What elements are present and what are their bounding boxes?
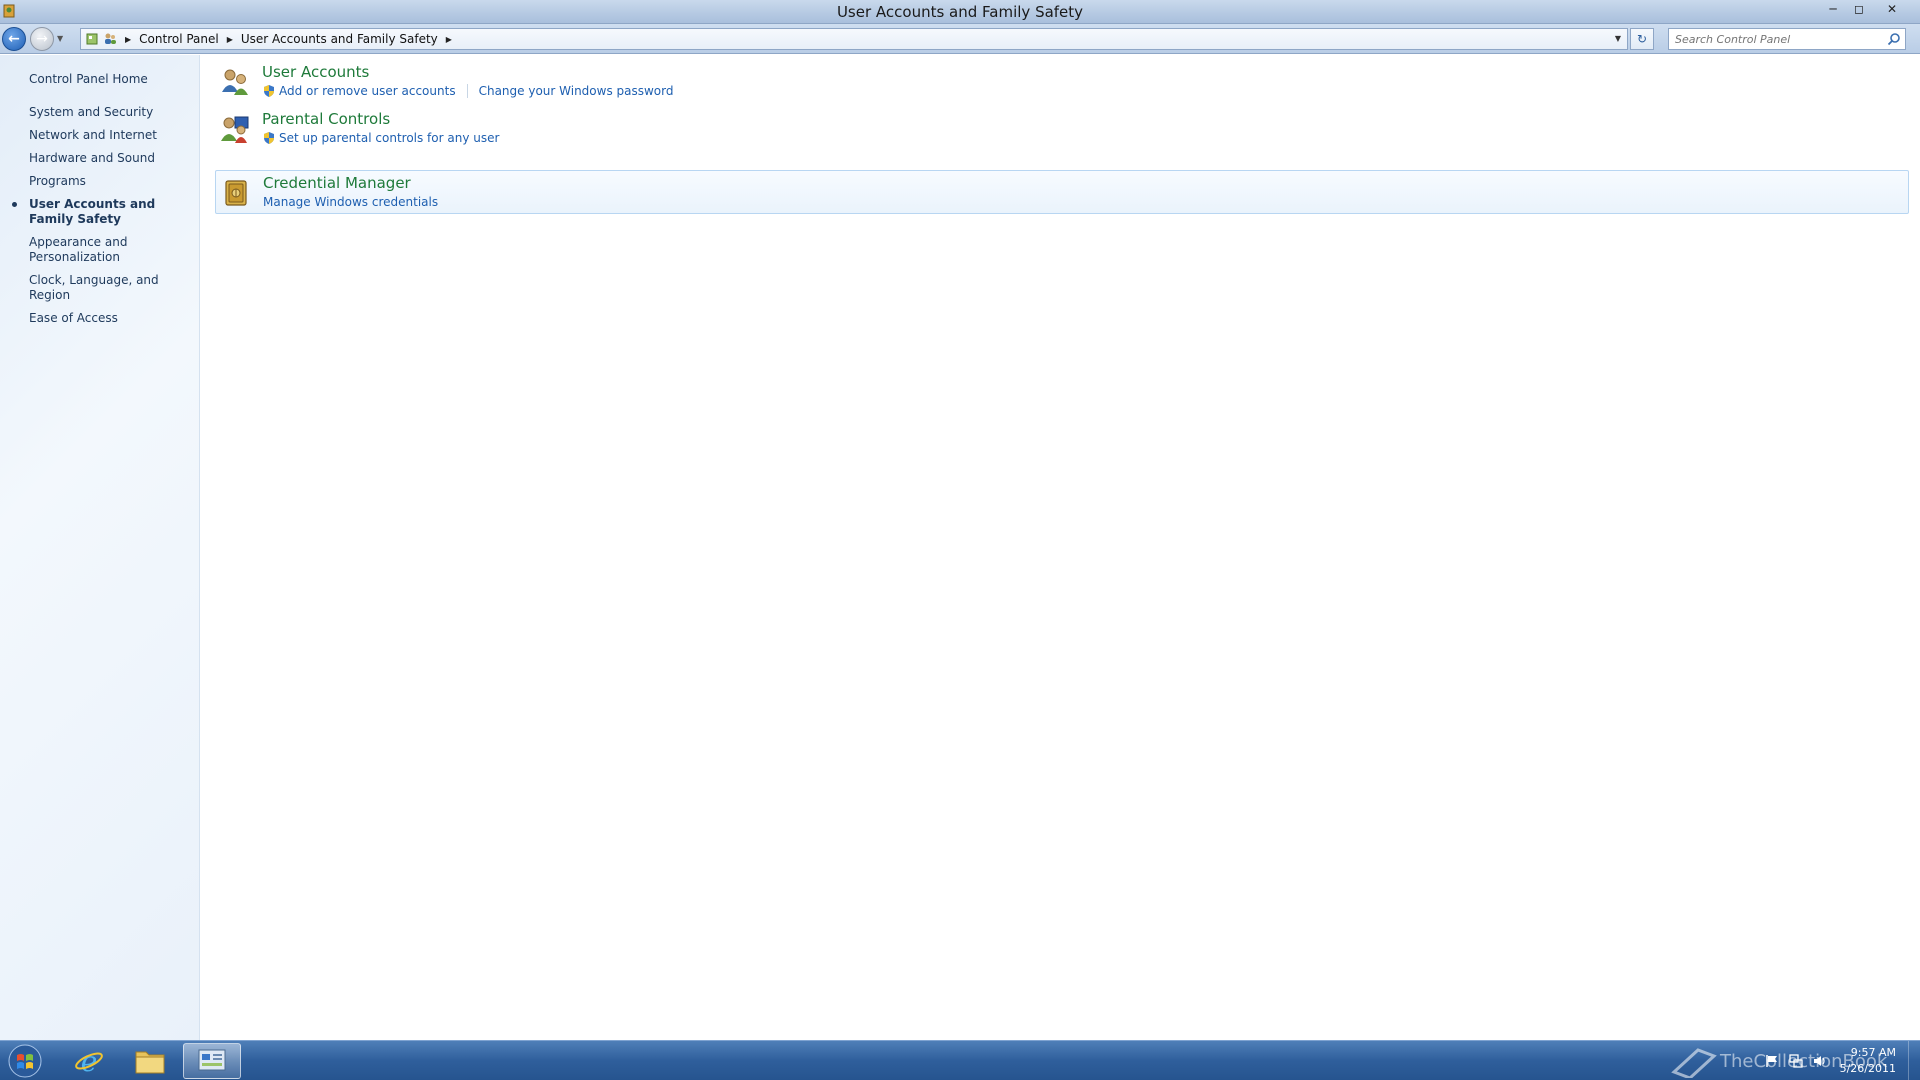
breadcrumb-arrow-icon[interactable]: ▶ (227, 35, 233, 44)
category-parental-controls: Parental Controls Set up parental contro… (215, 107, 1909, 151)
clock-date: 5/26/2011 (1839, 1062, 1896, 1075)
maximize-button[interactable]: ◻ (1846, 0, 1872, 18)
category-list: System and Security Network and Internet… (12, 105, 194, 334)
window-title: User Accounts and Family Safety (836, 3, 1084, 21)
svg-text:e: e (81, 1045, 98, 1077)
taskbar-windows-explorer[interactable] (121, 1043, 179, 1079)
parental-controls-icon[interactable] (219, 113, 251, 145)
setup-parental-controls-link[interactable]: Set up parental controls for any user (279, 131, 499, 145)
sidebar-item-label: User Accounts and Family Safety (29, 197, 156, 226)
address-dropdown-icon[interactable]: ▼ (1615, 34, 1621, 43)
taskbar-internet-explorer[interactable]: e (60, 1043, 118, 1079)
close-button[interactable]: ✕ (1872, 0, 1912, 18)
internet-explorer-icon: e (75, 1045, 103, 1077)
refresh-button[interactable]: ↻ (1630, 28, 1654, 50)
sidebar-item-clock-language-region[interactable]: Clock, Language, and Region (29, 273, 194, 303)
task-links: Set up parental controls for any user (262, 131, 499, 145)
action-center-flag-icon[interactable] (1764, 1053, 1780, 1069)
control-panel-icon (198, 1049, 226, 1071)
vault-icon[interactable] (220, 177, 252, 209)
network-icon[interactable] (1788, 1053, 1804, 1069)
book-logo-icon (1671, 1048, 1717, 1078)
sidebar-item-label: Network and Internet (29, 128, 157, 142)
taskbar: e TheCollectionBook 9:57 AM 5/26/2011 (0, 1040, 1920, 1080)
sidebar-item-user-accounts[interactable]: User Accounts and Family Safety (12, 197, 194, 227)
clock[interactable]: 9:57 AM 5/26/2011 (1840, 1045, 1896, 1077)
search-input[interactable] (1669, 29, 1879, 49)
sidebar-item-label: System and Security (29, 105, 154, 119)
navigation-bar: ← → ▼ ▶ Control Panel ▶ User Accounts an… (0, 24, 1920, 54)
address-bar[interactable]: ▶ Control Panel ▶ User Accounts and Fami… (80, 28, 1628, 50)
sidebar-item-ease-of-access[interactable]: Ease of Access (29, 311, 194, 326)
sidebar-item-hardware-sound[interactable]: Hardware and Sound (29, 151, 194, 166)
sidebar: Control Panel Home System and Security N… (0, 55, 200, 1040)
search-box[interactable] (1668, 28, 1906, 50)
start-button[interactable] (5, 1043, 45, 1079)
manage-credentials-link[interactable]: Manage Windows credentials (263, 195, 438, 209)
sidebar-item-network-internet[interactable]: Network and Internet (29, 128, 194, 143)
breadcrumb-arrow-icon[interactable]: ▶ (125, 35, 131, 44)
search-icon[interactable] (1887, 32, 1901, 46)
control-panel-home-link[interactable]: Control Panel Home (29, 72, 148, 86)
category-user-accounts: User Accounts Add or remove user account… (215, 60, 1909, 104)
category-credential-manager: Credential Manager Manage Windows creden… (215, 170, 1909, 214)
main-content: User Accounts Add or remove user account… (201, 55, 1920, 1040)
breadcrumb-arrow-icon[interactable]: ▶ (446, 35, 452, 44)
link-divider (466, 84, 468, 98)
category-title[interactable]: Credential Manager (263, 174, 411, 192)
add-remove-accounts-link[interactable]: Add or remove user accounts (279, 84, 456, 98)
forward-button[interactable]: → (30, 27, 54, 51)
breadcrumb-control-panel[interactable]: Control Panel (139, 32, 219, 46)
control-panel-icon (86, 33, 98, 45)
recent-pages-dropdown[interactable]: ▼ (57, 34, 63, 43)
minimize-button[interactable]: ─ (1820, 0, 1846, 18)
back-button[interactable]: ← (2, 27, 26, 51)
window-controls: ─ ◻ ✕ (1820, 0, 1912, 18)
task-links: Manage Windows credentials (263, 195, 438, 209)
uac-shield-icon (264, 132, 274, 144)
volume-icon[interactable] (1812, 1053, 1828, 1069)
sidebar-item-system-security[interactable]: System and Security (29, 105, 194, 120)
sidebar-item-label: Appearance and Personalization (29, 235, 128, 264)
windows-logo-icon (8, 1044, 42, 1078)
sidebar-item-label: Clock, Language, and Region (29, 273, 159, 302)
title-bar[interactable]: User Accounts and Family Safety ─ ◻ ✕ (0, 0, 1920, 24)
change-password-link[interactable]: Change your Windows password (479, 84, 674, 98)
taskbar-control-panel[interactable] (183, 1043, 241, 1079)
breadcrumb-user-accounts[interactable]: User Accounts and Family Safety (241, 32, 438, 46)
sidebar-item-label: Hardware and Sound (29, 151, 155, 165)
system-tray: 9:57 AM 5/26/2011 (1764, 1045, 1896, 1077)
task-links: Add or remove user accounts Change your … (262, 84, 673, 98)
category-title[interactable]: Parental Controls (262, 110, 390, 128)
show-desktop-button[interactable] (1908, 1041, 1920, 1080)
users-icon (105, 33, 116, 44)
current-page-bullet-icon (12, 202, 17, 207)
sidebar-item-label: Programs (29, 174, 86, 188)
category-title[interactable]: User Accounts (262, 63, 369, 81)
users-icon[interactable] (219, 66, 251, 98)
sidebar-item-label: Ease of Access (29, 311, 118, 325)
folder-icon (135, 1051, 165, 1074)
sidebar-item-appearance[interactable]: Appearance and Personalization (29, 235, 194, 265)
clock-time: 9:57 AM (1850, 1046, 1896, 1059)
uac-shield-icon (264, 85, 274, 97)
sidebar-item-programs[interactable]: Programs (29, 174, 194, 189)
